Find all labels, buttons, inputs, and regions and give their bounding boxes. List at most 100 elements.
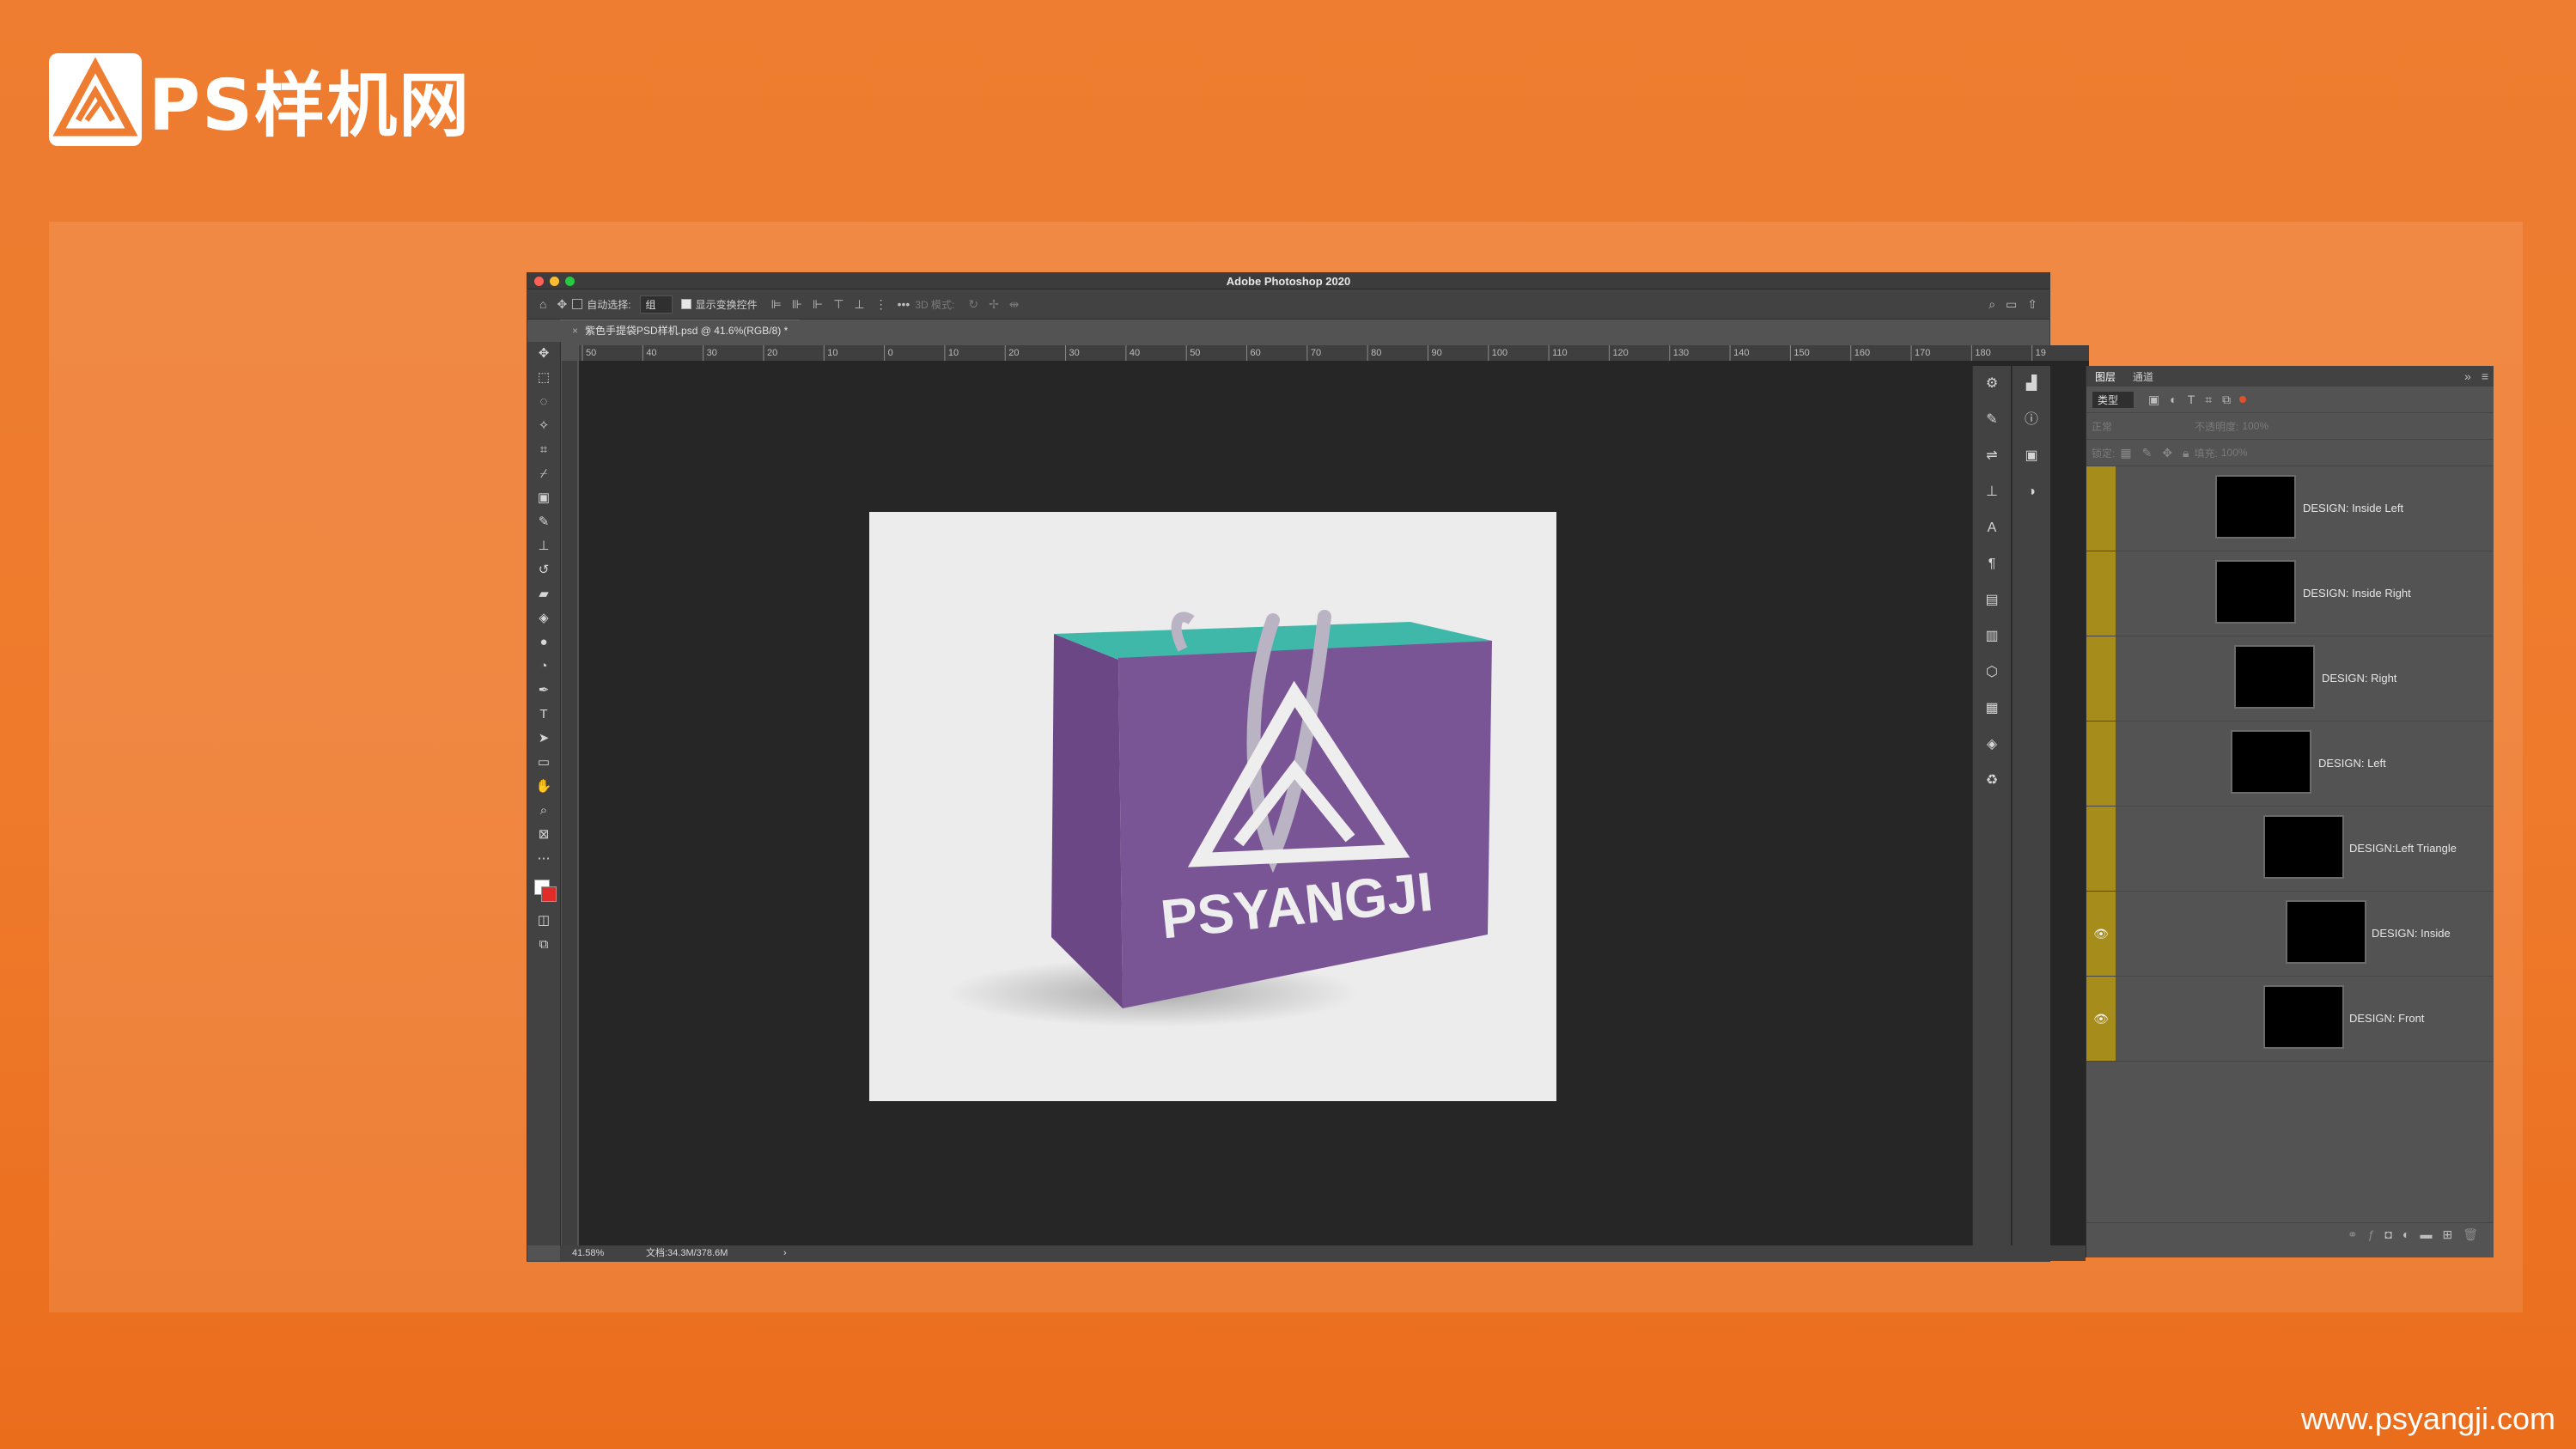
workspace-icon[interactable]: ▭ — [2006, 297, 2017, 312]
lock-image-icon[interactable]: ✎ — [2142, 446, 2153, 460]
color-swatches[interactable] — [527, 871, 560, 909]
visibility-toggle[interactable] — [2086, 807, 2116, 891]
color-icon[interactable]: ◑ — [2013, 474, 2050, 510]
close-tab-icon[interactable]: × — [572, 325, 578, 337]
filter-pixel-icon[interactable]: ▣ — [2148, 393, 2159, 407]
panel-menu-icon[interactable]: ≡ — [2482, 369, 2488, 383]
zoom-tool-icon[interactable]: ⌕ — [527, 799, 560, 823]
status-chevron-icon[interactable]: › — [783, 1245, 787, 1261]
more-options-icon[interactable]: ••• — [898, 297, 910, 311]
layer-row[interactable]: 👁︎ DESIGN: Front — [2086, 977, 2494, 1062]
align-middle-icon[interactable]: ⊥ — [854, 297, 864, 312]
paragraph-icon[interactable]: ¶ — [1973, 546, 2011, 582]
home-icon[interactable]: ⌂ — [539, 297, 546, 311]
character-icon[interactable]: A — [1973, 510, 2011, 546]
align-top-icon[interactable]: ⊤ — [833, 297, 843, 312]
clone-source-icon[interactable]: ⊥ — [1973, 474, 2011, 510]
distribute-icon[interactable]: ⋮ — [875, 297, 887, 312]
lasso-tool-icon[interactable]: ◌ — [527, 390, 560, 414]
3d-icon[interactable]: ⬡ — [1973, 654, 2011, 691]
filter-kind-dropdown[interactable]: 类型 — [2092, 390, 2135, 409]
search-icon[interactable]: ⌕ — [1988, 297, 1995, 312]
delete-layer-icon[interactable]: 🗑︎ — [2463, 1227, 2478, 1242]
pen-tool-icon[interactable]: ✒ — [527, 679, 560, 703]
artboard-tool-icon[interactable]: ⊠ — [527, 823, 560, 847]
stamp-tool-icon[interactable]: ⊥ — [527, 534, 560, 558]
opacity-value[interactable]: 100% — [2242, 420, 2268, 432]
new-layer-icon[interactable]: ⊞ — [2442, 1227, 2452, 1242]
show-transform-checkbox[interactable] — [680, 299, 691, 309]
filter-adjustment-icon[interactable]: ◐ — [2170, 393, 2177, 406]
layer-row[interactable]: 👁︎ DESIGN: Inside — [2086, 892, 2494, 977]
adjustment-layer-icon[interactable]: ◐ — [2402, 1227, 2409, 1241]
auto-select-dropdown[interactable]: 组 — [639, 295, 673, 314]
visibility-toggle[interactable] — [2086, 721, 2116, 806]
zoom-level[interactable]: 41.58% — [572, 1245, 604, 1261]
link-layers-icon[interactable]: ⚭ — [2348, 1227, 2358, 1242]
document-canvas[interactable]: PSYANGJI — [869, 512, 1556, 1101]
visibility-toggle[interactable]: 👁︎ — [2086, 977, 2116, 1061]
layer-row[interactable]: DESIGN: Inside Left — [2086, 466, 2494, 551]
layer-style-icon[interactable]: ƒ — [2368, 1227, 2375, 1241]
brushes-icon[interactable]: ✎ — [1973, 402, 2011, 438]
align-right-icon[interactable]: ⊩ — [813, 297, 823, 312]
tab-channels[interactable]: 通道 — [2124, 369, 2162, 384]
auto-select-option[interactable]: 自动选择: — [572, 297, 631, 312]
crop-tool-icon[interactable]: ⌗ — [527, 438, 560, 462]
lock-all-icon[interactable]: 🔒︎ — [2183, 446, 2189, 460]
slide-3d-icon[interactable]: ⇹ — [1009, 297, 1020, 312]
edit-toolbar-icon[interactable]: ⋯ — [527, 847, 560, 871]
collapse-panel-icon[interactable]: » — [2464, 369, 2471, 383]
paths-icon[interactable]: ♻ — [1973, 763, 2011, 799]
layer-row[interactable]: DESIGN: Left — [2086, 721, 2494, 807]
auto-select-checkbox[interactable] — [572, 299, 583, 309]
layer-row[interactable]: DESIGN:Left Triangle — [2086, 807, 2494, 892]
tab-layers[interactable]: 图层 — [2086, 369, 2124, 384]
visibility-toggle[interactable]: 👁︎ — [2086, 892, 2116, 976]
share-icon[interactable]: ⇧ — [2027, 297, 2037, 312]
layer-row[interactable]: DESIGN: Right — [2086, 636, 2494, 721]
visibility-toggle[interactable] — [2086, 636, 2116, 721]
dodge-tool-icon[interactable]: ◔ — [527, 654, 560, 679]
visibility-toggle[interactable] — [2086, 466, 2116, 551]
info-icon[interactable]: ⓘ — [2013, 402, 2050, 438]
timeline-icon[interactable]: ▦ — [1973, 691, 2011, 727]
layers-icon[interactable]: ◈ — [1973, 727, 2011, 763]
swatches-icon[interactable]: ▣ — [2013, 438, 2050, 474]
align-left-icon[interactable]: ⊫ — [771, 297, 782, 312]
library-icon[interactable]: ▤ — [1973, 582, 2011, 618]
pan-3d-icon[interactable]: ✢ — [989, 297, 999, 312]
filter-toggle-icon[interactable] — [2239, 396, 2247, 403]
history-brush-tool-icon[interactable]: ↺ — [527, 558, 560, 582]
notes-icon[interactable]: ▥ — [1973, 618, 2011, 654]
frame-tool-icon[interactable]: ▣ — [527, 486, 560, 510]
rectangle-tool-icon[interactable]: ▭ — [527, 751, 560, 775]
add-mask-icon[interactable]: ◘ — [2385, 1227, 2392, 1241]
fill-value[interactable]: 100% — [2221, 447, 2248, 459]
new-group-icon[interactable]: ▬ — [2420, 1227, 2432, 1241]
eyedropper-tool-icon[interactable]: ⌿ — [527, 462, 560, 486]
histogram-icon[interactable]: ▟ — [2013, 366, 2050, 402]
show-transform-option[interactable]: 显示变换控件 — [680, 297, 758, 312]
filter-smart-object-icon[interactable]: ⧉ — [2222, 393, 2231, 407]
properties-icon[interactable]: ⚙ — [1973, 366, 2011, 402]
layer-row[interactable]: DESIGN: Inside Right — [2086, 551, 2494, 636]
hand-tool-icon[interactable]: ✋ — [527, 775, 560, 799]
align-center-icon[interactable]: ⊪ — [792, 297, 802, 312]
blend-mode-dropdown[interactable]: 正常 — [2092, 419, 2195, 434]
paint-bucket-tool-icon[interactable]: ◈ — [527, 606, 560, 630]
move-tool-icon[interactable]: ✥ — [557, 297, 567, 312]
type-tool-icon[interactable]: T — [527, 703, 560, 727]
orbit-3d-icon[interactable]: ↻ — [968, 297, 978, 312]
move-tool-icon[interactable]: ✥ — [527, 342, 560, 366]
lock-transparency-icon[interactable]: ▦ — [2120, 446, 2131, 460]
adjust-icon[interactable]: ⇌ — [1973, 438, 2011, 474]
marquee-tool-icon[interactable]: ⬚ — [527, 366, 560, 390]
quick-mask-icon[interactable]: ◫ — [527, 909, 560, 933]
filter-type-icon[interactable]: T — [2188, 393, 2195, 406]
background-color-swatch[interactable] — [541, 886, 557, 902]
eraser-tool-icon[interactable]: ▰ — [527, 582, 560, 606]
brush-tool-icon[interactable]: ✎ — [527, 510, 560, 534]
screen-mode-icon[interactable]: ⧉ — [527, 933, 560, 957]
filter-shape-icon[interactable]: ⌗ — [2205, 393, 2212, 407]
